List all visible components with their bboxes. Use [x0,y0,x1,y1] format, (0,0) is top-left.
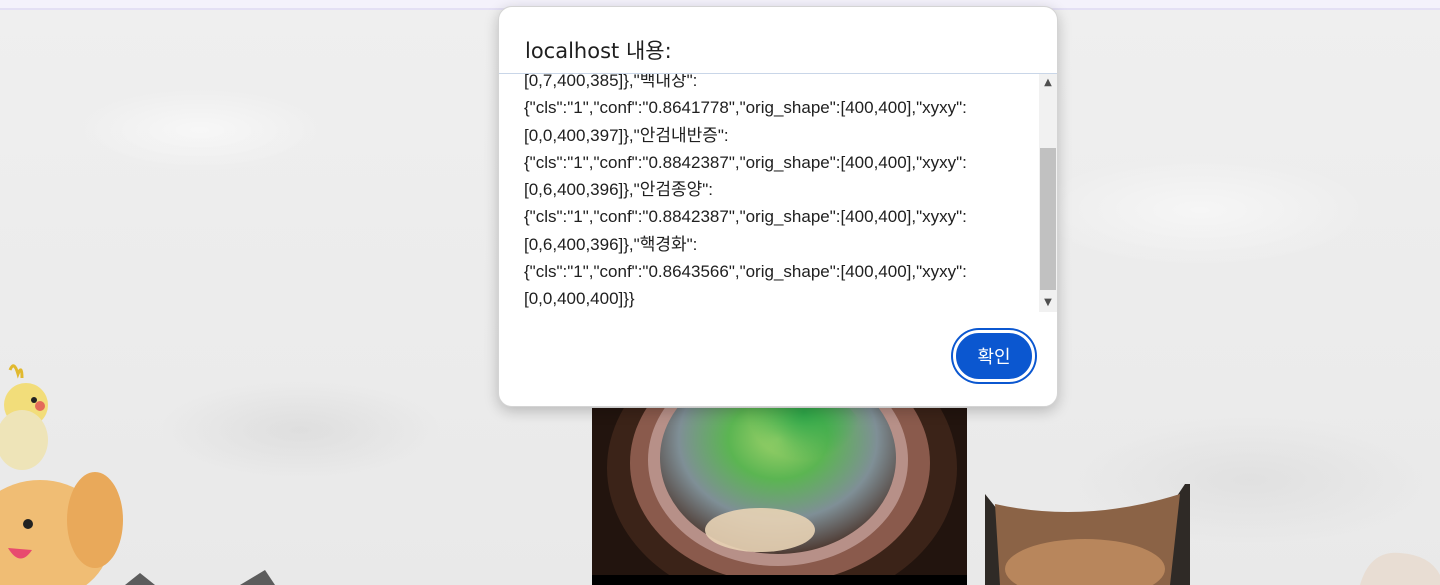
ok-button[interactable]: 확인 [953,330,1035,382]
chevron-down-icon[interactable]: ▼ [1039,294,1057,312]
chevron-up-icon[interactable]: ▲ [1039,74,1057,92]
dialog-title: localhost 내용: [525,39,672,63]
dialog-message: [0,7,400,385]},"백내장": {"cls":"1","conf":… [524,74,967,309]
cockatiel-illustration [0,360,60,470]
cat-illustration-left [125,570,285,585]
message-scrollbar[interactable]: ▲ ▼ [1039,74,1057,312]
dog-illustration-right [985,484,1190,585]
alert-dialog: localhost 내용: [0,7,400,385]},"백내장": {"cl… [498,6,1058,407]
scrollbar-thumb[interactable] [1040,148,1056,290]
pet-illustration-far-right [1360,545,1440,585]
dialog-message-area[interactable]: [0,7,400,385]},"백내장": {"cls":"1","conf":… [499,74,1057,312]
uploaded-eye-image [592,408,967,585]
dog-illustration-left [0,460,130,585]
